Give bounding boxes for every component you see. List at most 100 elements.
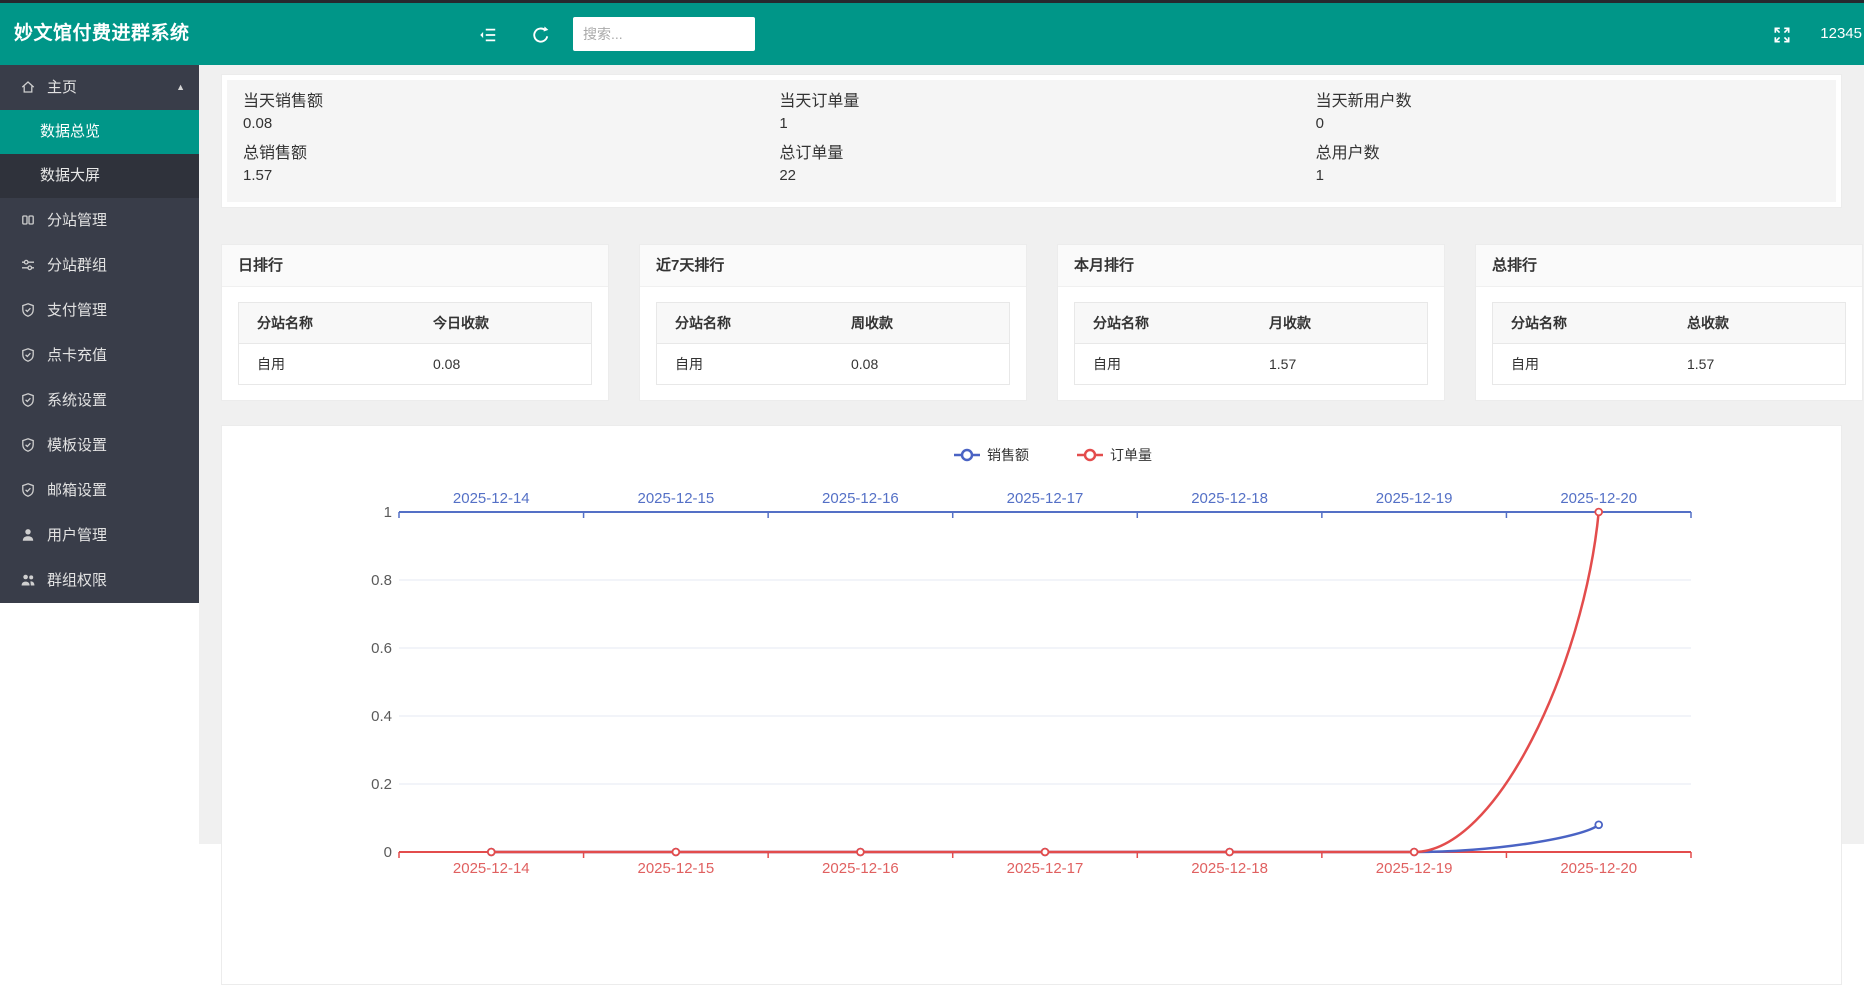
orders-data-point — [672, 849, 679, 856]
table-column-header: 周收款 — [833, 303, 1010, 344]
y-axis-tick-label: 1 — [384, 504, 392, 521]
stat-label: 当天销售额 — [243, 90, 763, 113]
orders-data-point — [1411, 849, 1418, 856]
stat-label: 当天订单量 — [779, 90, 1299, 113]
collapse-menu-icon[interactable] — [478, 25, 498, 45]
shield-icon — [20, 291, 38, 336]
table-column-header: 分站名称 — [1075, 303, 1252, 344]
sidebar-item-card-recharge[interactable]: 点卡充值 — [0, 333, 199, 378]
sidebar-item-system-settings[interactable]: 系统设置 — [0, 378, 199, 423]
table-row: 自用1.57 — [1075, 344, 1428, 385]
table-column-header: 分站名称 — [657, 303, 834, 344]
table-header-row: 分站名称今日收款 — [239, 303, 592, 344]
sidebar-item-label: 点卡充值 — [47, 347, 107, 364]
top-header-bar: 妙文馆付费进群系统 12345 — [0, 3, 1864, 65]
fullscreen-icon[interactable] — [1772, 25, 1792, 45]
table-header-row: 分站名称总收款 — [1493, 303, 1846, 344]
stat-value: 0 — [1316, 113, 1836, 134]
sidebar-item-label: 邮箱设置 — [47, 482, 107, 499]
table-column-header: 总收款 — [1669, 303, 1846, 344]
stat-column: 当天新用户数0总用户数1 — [1300, 88, 1836, 194]
orders-series — [488, 509, 1602, 856]
x-axis-date-label-top: 2025-12-14 — [453, 490, 530, 507]
table-cell: 0.08 — [833, 344, 1010, 385]
ranking-card-title: 近7天排行 — [640, 245, 1026, 287]
y-axis-tick-label: 0 — [384, 844, 392, 861]
stat-label: 当天新用户数 — [1316, 90, 1836, 113]
shield-icon — [20, 336, 38, 381]
stat-value: 1 — [779, 113, 1299, 134]
table-column-header: 分站名称 — [1493, 303, 1670, 344]
ranking-card-title: 日排行 — [222, 245, 608, 287]
table-row: 自用1.57 — [1493, 344, 1846, 385]
app-title: 妙文馆付费进群系统 — [14, 3, 190, 65]
ranking-card-body: 分站名称月收款自用1.57 — [1058, 287, 1444, 400]
ranking-table: 分站名称今日收款自用0.08 — [238, 302, 592, 385]
table-row: 自用0.08 — [657, 344, 1010, 385]
ranking-table: 分站名称总收款自用1.57 — [1492, 302, 1846, 385]
sidebar-item-label: 用户管理 — [47, 527, 107, 544]
sidebar-item-payment-management[interactable]: 支付管理 — [0, 288, 199, 333]
sidebar-item-email-settings[interactable]: 邮箱设置 — [0, 468, 199, 513]
stats-summary-card: 当天销售额0.08总销售额1.57当天订单量1总订单量22当天新用户数0总用户数… — [221, 74, 1842, 208]
sidebar-item-substation-management[interactable]: 分站管理 — [0, 198, 199, 243]
ranking-card-body: 分站名称周收款自用0.08 — [640, 287, 1026, 400]
x-axis-date-label-bottom: 2025-12-14 — [453, 860, 530, 877]
legend-circle-icon — [1085, 450, 1095, 460]
table-cell: 0.08 — [415, 344, 592, 385]
legend-label: 订单量 — [1110, 447, 1152, 463]
table-column-header: 分站名称 — [239, 303, 416, 344]
ranking-card-week: 近7天排行分站名称周收款自用0.08 — [639, 244, 1027, 401]
sidebar-item-home[interactable]: 主页▲ — [0, 65, 199, 110]
ranking-card-title: 总排行 — [1476, 245, 1862, 287]
table-cell: 自用 — [657, 344, 834, 385]
orders-data-point — [857, 849, 864, 856]
y-axis-tick-label: 0.2 — [371, 776, 392, 793]
ranking-card-body: 分站名称今日收款自用0.08 — [222, 287, 608, 400]
y-axis-tick-label: 0.4 — [371, 708, 392, 725]
sidebar-item-group-permissions[interactable]: 群组权限 — [0, 558, 199, 603]
sidebar-item-label: 主页 — [47, 79, 77, 96]
x-axis-date-label-top: 2025-12-20 — [1560, 490, 1637, 507]
chart-y-axis: 00.20.40.60.81 — [371, 504, 392, 861]
sidebar-submenu: 数据总览数据大屏 — [0, 110, 199, 198]
sidebar-item-template-settings[interactable]: 模板设置 — [0, 423, 199, 468]
ranking-cards-row: 日排行分站名称今日收款自用0.08近7天排行分站名称周收款自用0.08本月排行分… — [221, 244, 1863, 401]
stat-label: 总销售额 — [243, 142, 763, 165]
x-axis-date-label-top: 2025-12-16 — [822, 490, 899, 507]
stat-column: 当天销售额0.08总销售额1.57 — [227, 88, 763, 194]
table-cell: 自用 — [1493, 344, 1670, 385]
orders-data-point — [1595, 509, 1602, 516]
ranking-table: 分站名称周收款自用0.08 — [656, 302, 1010, 385]
main-content: 当天销售额0.08总销售额1.57当天订单量1总订单量22当天新用户数0总用户数… — [199, 65, 1864, 844]
x-axis-date-label-bottom: 2025-12-18 — [1191, 860, 1268, 877]
stat-value: 0.08 — [243, 113, 763, 134]
orders-data-point — [1226, 849, 1233, 856]
sidebar-item-user-management[interactable]: 用户管理 — [0, 513, 199, 558]
stats-panel: 当天销售额0.08总销售额1.57当天订单量1总订单量22当天新用户数0总用户数… — [227, 80, 1836, 202]
sidebar-item-substation-groups[interactable]: 分站群组 — [0, 243, 199, 288]
sliders-icon — [20, 246, 38, 291]
username-display[interactable]: 12345 — [1820, 3, 1862, 65]
legend-item-orders[interactable]: 订单量 — [1077, 447, 1152, 463]
sales-orders-chart-card: 销售额订单量00.20.40.60.812025-12-142025-12-15… — [221, 425, 1842, 985]
x-axis-date-label-top: 2025-12-15 — [637, 490, 714, 507]
shield-icon — [20, 471, 38, 516]
orders-data-point — [1042, 849, 1049, 856]
y-axis-tick-label: 0.8 — [371, 572, 392, 589]
sidebar-item-data-screen[interactable]: 数据大屏 — [0, 154, 199, 198]
shield-icon — [20, 381, 38, 426]
ranking-card-title: 本月排行 — [1058, 245, 1444, 287]
refresh-icon[interactable] — [531, 25, 551, 45]
chart-legend: 销售额 订单量 — [954, 447, 1152, 463]
stat-label: 总订单量 — [779, 142, 1299, 165]
users-icon — [20, 561, 38, 606]
sidebar-item-label: 分站群组 — [47, 257, 107, 274]
sidebar-item-data-overview[interactable]: 数据总览 — [0, 110, 199, 154]
search-input[interactable] — [573, 17, 755, 51]
ranking-card-month: 本月排行分站名称月收款自用1.57 — [1057, 244, 1445, 401]
legend-label: 销售额 — [987, 447, 1029, 463]
x-axis-date-label-top: 2025-12-18 — [1191, 490, 1268, 507]
legend-item-sales[interactable]: 销售额 — [954, 447, 1029, 463]
ranking-table: 分站名称月收款自用1.57 — [1074, 302, 1428, 385]
